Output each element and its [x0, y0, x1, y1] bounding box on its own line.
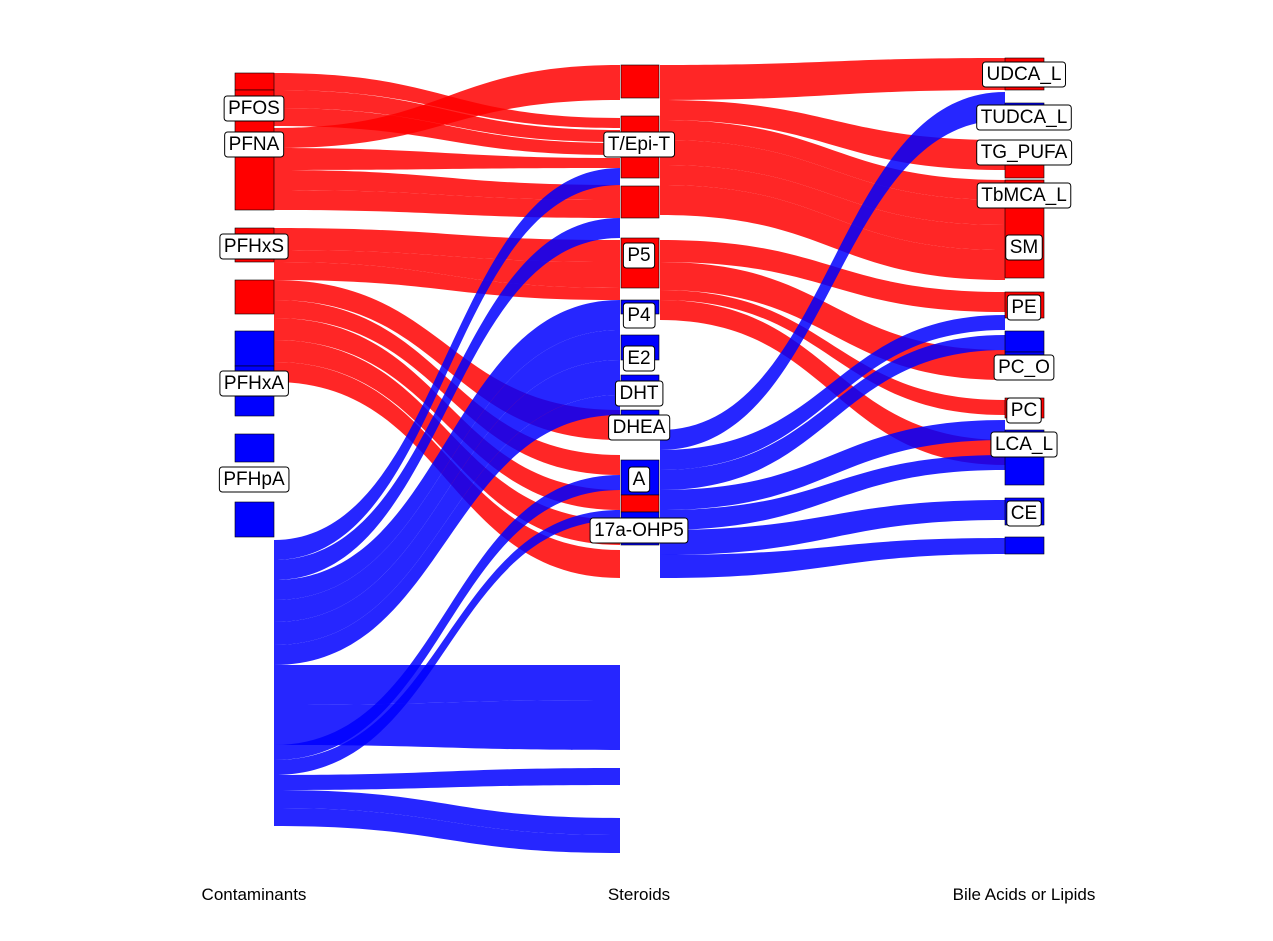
axis-label-steroids: Steroids: [608, 885, 670, 904]
node-label-text: DHEA: [613, 417, 666, 438]
axis-label-contaminants: Contaminants: [202, 885, 307, 904]
stratum-contaminants-6: [234, 433, 275, 463]
node-label-t-epi-t: T/Epi-T: [603, 131, 676, 158]
node-label-text: SM: [1010, 237, 1039, 258]
node-label-pfhxa: PFHxA: [219, 370, 289, 397]
node-label-text: PFHxS: [224, 236, 284, 257]
node-label-dht: DHT: [614, 380, 664, 407]
node-label-sm: SM: [1005, 234, 1043, 261]
node-label-pc: PC: [1006, 397, 1042, 424]
node-label-text: PC: [1011, 400, 1037, 421]
alluvial-chart: PFOS PFNA PFHxS PFHxA PFHpA T/Epi-T P5 P4 E2 DHT D…: [202, 57, 1096, 904]
node-label-udca-l: UDCA_L: [982, 61, 1066, 88]
stratum-contaminants-3: [234, 279, 275, 315]
node-label-text: P5: [627, 245, 650, 266]
node-label-text: DHT: [619, 383, 658, 404]
stratum-lipids-6: [1004, 330, 1045, 353]
node-label-a: A: [628, 466, 651, 493]
node-label-dhea: DHEA: [608, 414, 671, 441]
node-label-17a-ohp5: 17a-OHP5: [589, 517, 689, 544]
stratum-contaminants-4: [234, 330, 275, 367]
stratum-steroids-0: [620, 64, 660, 99]
node-label-tg-pufa: TG_PUFA: [976, 139, 1073, 166]
node-label-pe: PE: [1006, 294, 1042, 321]
node-label-pc-o: PC_O: [993, 354, 1055, 381]
node-label-ce: CE: [1006, 500, 1042, 527]
node-label-p5: P5: [622, 242, 656, 269]
node-label-text: TbMCA_L: [981, 185, 1067, 206]
node-label-lca-l: LCA_L: [990, 431, 1058, 458]
node-label-p4: P4: [622, 302, 656, 329]
node-label-pfna: PFNA: [224, 131, 285, 158]
node-label-pfhxs: PFHxS: [219, 233, 289, 260]
node-label-text: PFNA: [229, 134, 280, 155]
stratum-lipids-11: [1004, 536, 1045, 555]
flow-steroid-lipid-0: [660, 58, 1005, 100]
node-label-text: PFHpA: [223, 469, 285, 490]
node-label-text: PFHxA: [224, 373, 285, 394]
node-label-e2: E2: [622, 345, 656, 372]
stratum-contaminants-7: [234, 501, 275, 538]
node-label-text: 17a-OHP5: [594, 520, 684, 541]
node-label-tudca-l: TUDCA_L: [976, 104, 1072, 131]
node-label-text: PE: [1011, 297, 1036, 318]
node-label-text: TUDCA_L: [981, 107, 1068, 128]
node-label-text: PFOS: [228, 98, 280, 119]
stratum-steroids-2: [620, 185, 660, 219]
node-label-text: T/Epi-T: [608, 134, 671, 155]
flow-contaminant-steroid-21: [274, 665, 620, 705]
stratum-steroids-9: [620, 494, 660, 513]
node-label-pfhpa: PFHpA: [218, 466, 290, 493]
node-label-tbmca-l: TbMCA_L: [976, 182, 1072, 209]
node-label-text: E2: [627, 348, 650, 369]
node-label-text: TG_PUFA: [981, 142, 1068, 163]
flow-contaminant-steroid-25: [274, 768, 620, 790]
axis-label-bile-acids-or-lipids: Bile Acids or Lipids: [953, 885, 1096, 904]
node-label-text: P4: [627, 305, 651, 326]
node-label-text: UDCA_L: [987, 64, 1062, 85]
node-label-text: CE: [1011, 503, 1037, 524]
node-label-text: A: [633, 469, 646, 490]
node-label-pfos: PFOS: [223, 95, 285, 122]
stratum-contaminants-0: [234, 72, 275, 91]
node-label-text: PC_O: [998, 357, 1050, 378]
node-label-text: LCA_L: [995, 434, 1053, 455]
